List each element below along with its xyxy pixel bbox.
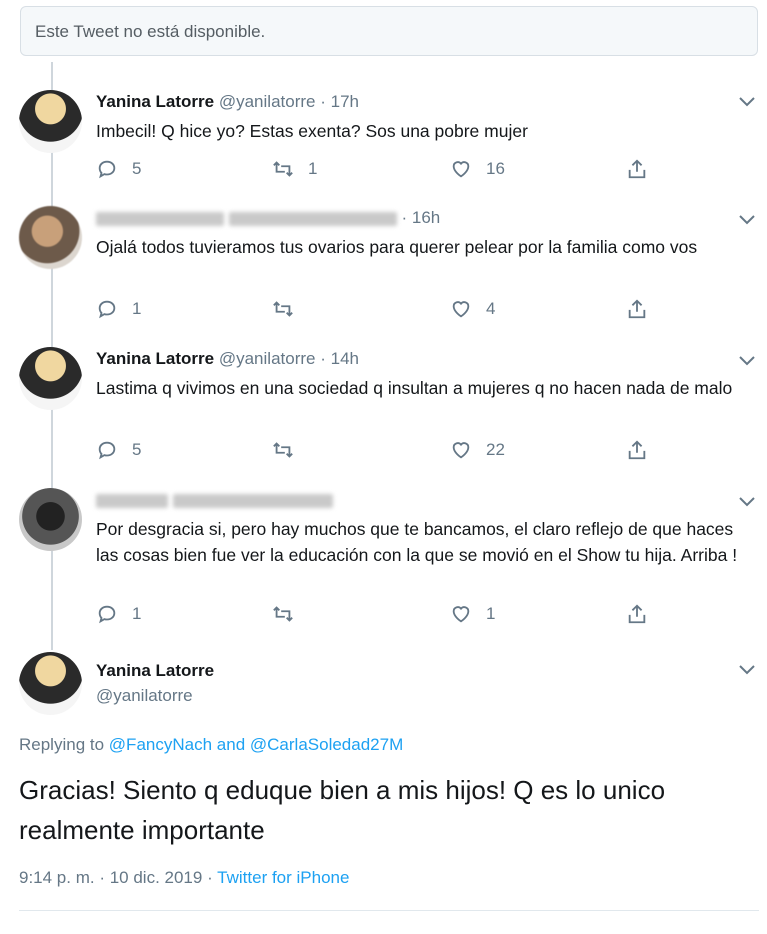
replying-to-label: Replying to xyxy=(19,735,105,754)
like-count: 16 xyxy=(486,159,505,178)
share-icon xyxy=(628,299,646,319)
tweet-header xyxy=(96,490,333,514)
separator: · xyxy=(320,92,326,111)
display-name[interactable]: Yanina Latorre xyxy=(96,92,214,111)
retweet-button[interactable] xyxy=(272,603,308,625)
retweet-icon xyxy=(273,606,293,622)
like-count: 4 xyxy=(486,299,496,318)
avatar[interactable] xyxy=(19,488,82,551)
display-name[interactable]: Yanina Latorre xyxy=(96,658,214,683)
reply-count: 1 xyxy=(132,299,142,318)
retweet-button[interactable]: 1 xyxy=(272,158,317,180)
retweet-icon xyxy=(273,301,293,317)
separator: · xyxy=(207,868,213,887)
like-icon xyxy=(452,606,470,623)
retweet-button[interactable] xyxy=(272,298,308,320)
main-tweet-header: Yanina Latorre @yanilatorre xyxy=(96,658,214,708)
tweet-text: Imbecil! Q hice yo? Estas exenta? Sos un… xyxy=(96,121,528,141)
reply-icon xyxy=(98,300,116,319)
reply-button[interactable]: 1 xyxy=(96,603,141,625)
reply-count: 1 xyxy=(132,604,142,623)
reply-user-link[interactable]: @CarlaSoledad27M xyxy=(250,735,403,754)
username[interactable]: @yanilatorre xyxy=(219,349,316,368)
divider xyxy=(19,910,759,911)
timestamp[interactable]: 14h xyxy=(331,349,359,368)
like-button[interactable]: 16 xyxy=(450,158,505,180)
share-icon xyxy=(628,159,646,179)
blurred-username xyxy=(172,493,333,508)
blurred-username xyxy=(228,211,397,226)
like-button[interactable]: 1 xyxy=(450,603,495,625)
username[interactable]: @yanilatorre xyxy=(219,92,316,111)
like-count: 22 xyxy=(486,440,505,459)
reply-user-link[interactable]: @FancyNach xyxy=(109,735,212,754)
reply-button[interactable]: 5 xyxy=(96,439,141,461)
tweet-meta: 9:14 p. m. · 10 dic. 2019 · Twitter for … xyxy=(19,868,349,888)
tweet-source[interactable]: Twitter for iPhone xyxy=(217,868,349,887)
reply-icon xyxy=(98,605,116,624)
tweet-actions: 1 1 xyxy=(96,603,656,627)
tweet-header: · 16h xyxy=(96,208,440,232)
blurred-display-name xyxy=(96,211,224,226)
tweet-text: Lastima q vivimos en una sociedad q insu… xyxy=(96,378,733,398)
main-tweet-text: Gracias! Siento q eduque bien a mis hijo… xyxy=(19,775,666,845)
like-icon xyxy=(452,161,470,178)
retweet-button[interactable] xyxy=(272,439,308,461)
share-button[interactable] xyxy=(626,603,648,625)
retweet-icon xyxy=(273,442,293,458)
timestamp[interactable]: 17h xyxy=(331,92,359,111)
tweet-actions: 5 1 16 xyxy=(96,158,656,182)
username[interactable]: @yanilatorre xyxy=(96,683,214,708)
tweet-text: Ojalá todos tuvieramos tus ovarios para … xyxy=(96,237,698,257)
tweet-header: Yanina Latorre @yanilatorre · 17h xyxy=(96,92,359,116)
avatar[interactable] xyxy=(19,652,82,715)
reply-button[interactable]: 1 xyxy=(96,298,141,320)
display-name[interactable]: Yanina Latorre xyxy=(96,349,214,368)
avatar[interactable] xyxy=(19,206,82,269)
like-button[interactable]: 22 xyxy=(450,439,505,461)
unavailable-tweet-notice: Este Tweet no está disponible. xyxy=(20,6,758,56)
chevron-down-icon[interactable] xyxy=(739,212,755,230)
like-icon xyxy=(452,442,470,459)
chevron-down-icon[interactable] xyxy=(739,662,755,680)
like-button[interactable]: 4 xyxy=(450,298,495,320)
reply-and: and xyxy=(216,735,246,754)
reply-count: 5 xyxy=(132,440,142,459)
share-icon xyxy=(628,440,646,460)
share-button[interactable] xyxy=(626,298,648,320)
reply-count: 5 xyxy=(132,159,142,178)
chevron-down-icon[interactable] xyxy=(739,94,755,112)
like-count: 1 xyxy=(486,604,496,623)
replying-to: Replying to @FancyNach and @CarlaSoledad… xyxy=(19,735,403,755)
reply-icon xyxy=(98,441,116,460)
like-icon xyxy=(452,301,470,318)
reply-icon xyxy=(98,160,116,179)
tweet-actions: 1 4 xyxy=(96,298,656,322)
chevron-down-icon[interactable] xyxy=(739,353,755,371)
tweet-actions: 5 22 xyxy=(96,439,656,463)
chevron-down-icon[interactable] xyxy=(739,494,755,512)
tweet-header: Yanina Latorre @yanilatorre · 14h xyxy=(96,349,359,373)
share-icon xyxy=(628,604,646,624)
reply-button[interactable]: 5 xyxy=(96,158,141,180)
timestamp[interactable]: 16h xyxy=(412,208,440,227)
share-button[interactable] xyxy=(626,158,648,180)
avatar[interactable] xyxy=(19,347,82,410)
tweet-text: Por desgracia si, pero hay muchos que te… xyxy=(96,519,738,565)
tweet-timestamp[interactable]: 9:14 p. m. · 10 dic. 2019 xyxy=(19,868,202,887)
blurred-display-name xyxy=(96,493,168,508)
separator: · xyxy=(320,349,326,368)
retweet-icon xyxy=(273,161,293,177)
avatar[interactable] xyxy=(19,90,82,153)
separator: · xyxy=(401,208,408,227)
share-button[interactable] xyxy=(626,439,648,461)
retweet-count: 1 xyxy=(308,159,318,178)
